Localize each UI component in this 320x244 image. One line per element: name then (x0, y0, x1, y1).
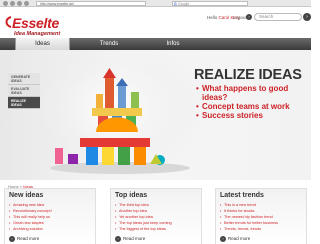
tab-trends[interactable]: Trends (80, 38, 138, 50)
logout-arrow-icon[interactable]: › (246, 14, 252, 20)
home-icon[interactable] (24, 1, 29, 6)
panel-title: Top ideas (115, 192, 148, 199)
read-more-label: Read more (228, 236, 251, 241)
top-ideas-list: The third top idea Another top idea Yet … (115, 202, 199, 232)
panel-title: Latest trends (220, 192, 264, 199)
sidebar-item-generate[interactable]: GENERATE IDEAS (8, 73, 40, 85)
arrow-right-icon: › (9, 236, 15, 242)
greeting-text: Hello (207, 15, 218, 20)
arrow-right-icon: › (220, 236, 226, 242)
list-item[interactable]: The biggest of the top ideas (115, 226, 199, 232)
top-ideas-panel: Top ideas The third top idea Another top… (110, 188, 202, 244)
google-icon: G (174, 2, 177, 6)
read-more-link[interactable]: › Read more (115, 236, 145, 242)
hero-bullet[interactable]: Concept teams at work (196, 102, 311, 111)
new-ideas-panel: New ideas Amazing new idea Revolutionary… (4, 188, 96, 244)
hero-bullet[interactable]: Success stories (196, 111, 311, 120)
tab-infos[interactable]: Infos (144, 38, 202, 50)
sidebar-menu: GENERATE IDEAS EVALUATE IDEAS REALIZE ID… (8, 73, 40, 109)
reload-icon[interactable] (17, 1, 22, 6)
sidebar-item-evaluate[interactable]: EVALUATE IDEAS (8, 85, 40, 97)
logout-link[interactable]: Logout (233, 15, 247, 20)
browser-toolbar: http://www.esselte.de/ G Google (0, 0, 311, 7)
address-bar[interactable]: http://www.esselte.de/ (36, 1, 146, 6)
list-item[interactable]: Archiving solution (9, 226, 93, 232)
search-input[interactable]: Search (254, 13, 302, 21)
hero-bullet[interactable]: What happens to good ideas? (196, 84, 311, 102)
read-more-link[interactable]: › Read more (9, 236, 39, 242)
list-item[interactable]: Trends, trends, trends (220, 226, 304, 232)
read-more-link[interactable]: › Read more (220, 236, 250, 242)
site-header: Esselte Idea Management Hello Carol Kery… (0, 7, 311, 38)
main-nav: Ideas Trends Infos (0, 38, 311, 50)
hero-bullets: What happens to good ideas? Concept team… (196, 84, 311, 120)
read-more-label: Read more (123, 236, 146, 241)
back-icon[interactable] (3, 1, 8, 6)
new-ideas-list: Amazing new idea Revolutionary concept! … (9, 202, 93, 232)
tab-ideas[interactable]: Ideas (15, 38, 70, 50)
arrow-right-icon: › (115, 236, 121, 242)
latest-trends-panel: Latest trends This is a new trend It thi… (215, 188, 307, 244)
logo[interactable]: Esselte (12, 15, 59, 31)
hero-title: REALIZE IDEAS (194, 67, 302, 83)
search-button-icon[interactable]: › (303, 13, 311, 21)
browser-search-field[interactable]: G Google (172, 1, 248, 6)
forward-icon[interactable] (10, 1, 15, 6)
panel-title: New ideas (9, 192, 44, 199)
browser-search-label: Google (178, 2, 190, 6)
latest-trends-list: This is a new trend It thinks for stocks… (220, 202, 304, 232)
read-more-label: Read more (17, 236, 40, 241)
sidebar-item-realize[interactable]: REALIZE IDEAS (8, 97, 40, 109)
tagline: Idea Management (14, 31, 61, 37)
